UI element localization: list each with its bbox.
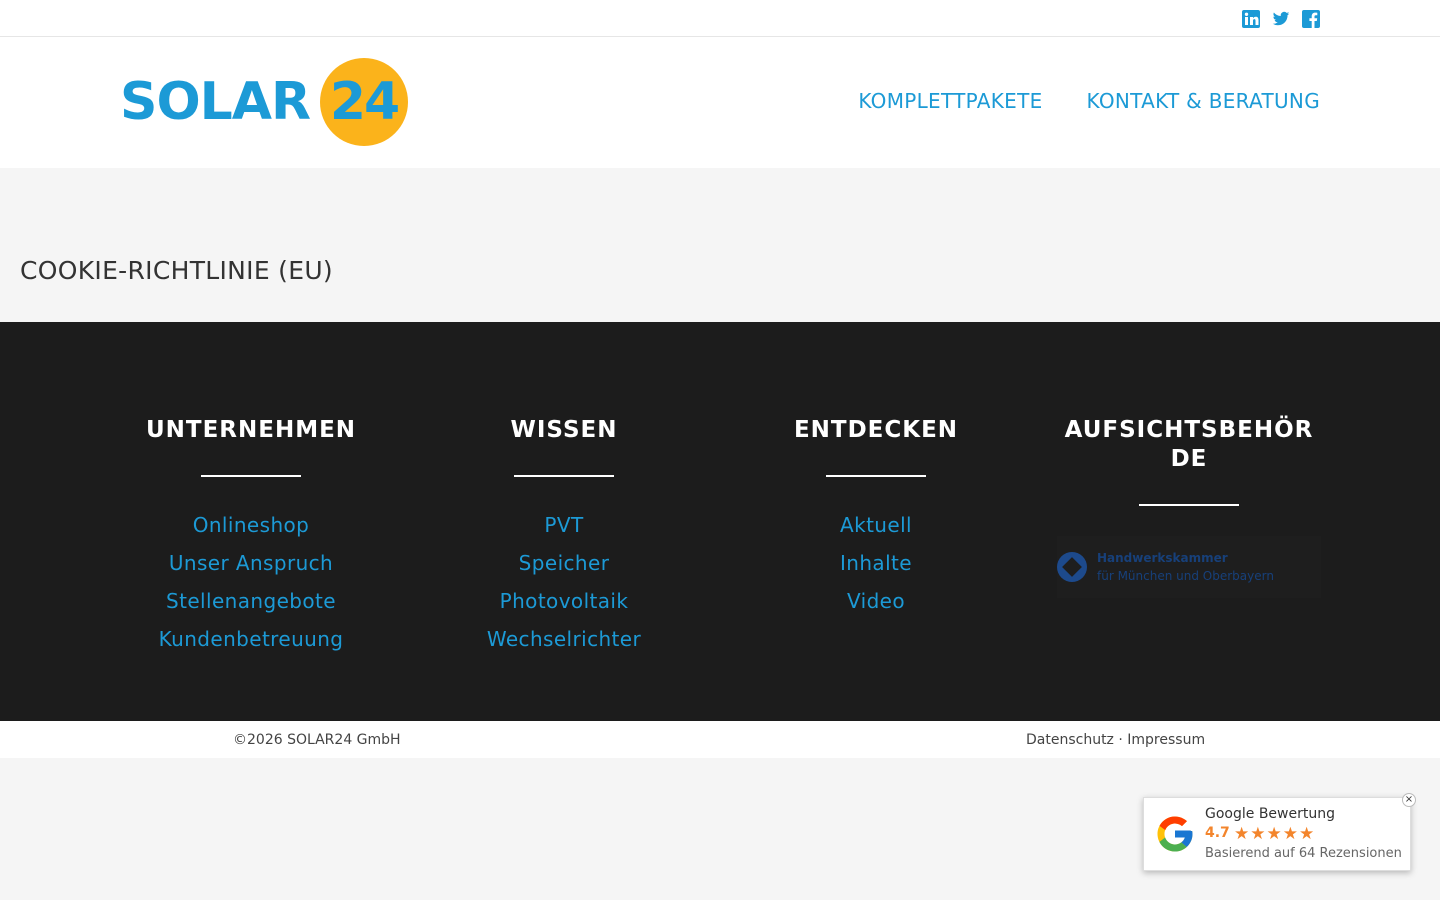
- site-header: SOLAR 24 KOMPLETTPAKETE KONTAKT & BERATU…: [0, 37, 1440, 168]
- page-title-band: COOKIE-RICHTLINIE (EU): [0, 168, 1440, 322]
- page-title: COOKIE-RICHTLINIE (EU): [20, 256, 333, 285]
- facebook-icon[interactable]: [1302, 10, 1320, 28]
- footer-link-video[interactable]: Video: [847, 589, 905, 613]
- site-logo[interactable]: SOLAR 24: [120, 58, 410, 148]
- legal-links: Datenschutz · Impressum: [1026, 732, 1205, 748]
- footer-heading: ENTDECKEN: [793, 417, 959, 443]
- star-rating-icons: ★★★★★: [1234, 824, 1316, 844]
- top-bar: [0, 0, 1440, 37]
- footer-column-entdecken: ENTDECKEN Aktuell Inhalte Video: [751, 416, 1001, 621]
- hwk-line2: für München und Oberbayern: [1097, 569, 1274, 583]
- handwerkskammer-logo-link[interactable]: Handwerkskammer für München und Oberbaye…: [1057, 536, 1321, 598]
- footer-link-onlineshop[interactable]: Onlineshop: [193, 513, 310, 537]
- main-navigation: KOMPLETTPAKETE KONTAKT & BERATUNG: [858, 89, 1320, 113]
- divider: [826, 475, 926, 477]
- footer-column-unternehmen: UNTERNEHMEN Onlineshop Unser Anspruch St…: [126, 416, 376, 659]
- hwk-line1: Handwerkskammer: [1097, 551, 1228, 565]
- separator: ·: [1113, 732, 1128, 748]
- divider: [201, 475, 301, 477]
- datenschutz-link[interactable]: Datenschutz: [1026, 732, 1114, 748]
- google-review-title: Google Bewertung: [1205, 806, 1335, 822]
- nav-komplettpakete[interactable]: KOMPLETTPAKETE: [858, 89, 1042, 113]
- footer-link-photovoltaik[interactable]: Photovoltaik: [500, 589, 629, 613]
- divider: [514, 475, 614, 477]
- footer-link-stellenangebote[interactable]: Stellenangebote: [166, 589, 336, 613]
- twitter-icon[interactable]: [1272, 10, 1290, 28]
- footer-link-unser-anspruch[interactable]: Unser Anspruch: [169, 551, 333, 575]
- footer-link-pvt[interactable]: PVT: [544, 513, 583, 537]
- bottom-bar: ©2026 SOLAR24 GmbH Datenschutz · Impress…: [0, 721, 1440, 758]
- linkedin-icon[interactable]: [1242, 10, 1260, 28]
- google-icon: [1157, 816, 1193, 852]
- footer-column-wissen: WISSEN PVT Speicher Photovoltaik Wechsel…: [439, 416, 689, 659]
- logo-text: SOLAR: [120, 72, 311, 132]
- footer-link-wechselrichter[interactable]: Wechselrichter: [487, 627, 641, 651]
- footer-column-aufsichtsbehoerde: AUFSICHTSBEHÖR DE Handwerkskammer für Mü…: [1054, 416, 1324, 598]
- google-rating-value: 4.7: [1205, 825, 1230, 841]
- social-links: [1242, 10, 1320, 28]
- google-review-count: Basierend auf 64 Rezensionen: [1205, 846, 1402, 861]
- logo-number: 24: [329, 72, 400, 132]
- footer-link-inhalte[interactable]: Inhalte: [840, 551, 912, 575]
- footer-link-speicher[interactable]: Speicher: [519, 551, 610, 575]
- footer-widgets: UNTERNEHMEN Onlineshop Unser Anspruch St…: [0, 322, 1440, 721]
- google-review-badge[interactable]: Google Bewertung 4.7 ★★★★★ Basierend auf…: [1143, 797, 1411, 871]
- copyright-text: ©2026 SOLAR24 GmbH: [233, 732, 401, 748]
- footer-heading: AUFSICHTSBEHÖR DE: [1064, 417, 1314, 472]
- footer-link-aktuell[interactable]: Aktuell: [840, 513, 912, 537]
- close-icon[interactable]: ×: [1402, 793, 1416, 807]
- divider: [1139, 504, 1239, 506]
- footer-link-kundenbetreuung[interactable]: Kundenbetreuung: [159, 627, 344, 651]
- handwerkskammer-icon: [1057, 552, 1087, 582]
- footer-heading: UNTERNEHMEN: [145, 417, 357, 443]
- footer-heading: WISSEN: [510, 417, 618, 443]
- nav-kontakt-beratung[interactable]: KONTAKT & BERATUNG: [1087, 89, 1320, 113]
- impressum-link[interactable]: Impressum: [1127, 732, 1205, 748]
